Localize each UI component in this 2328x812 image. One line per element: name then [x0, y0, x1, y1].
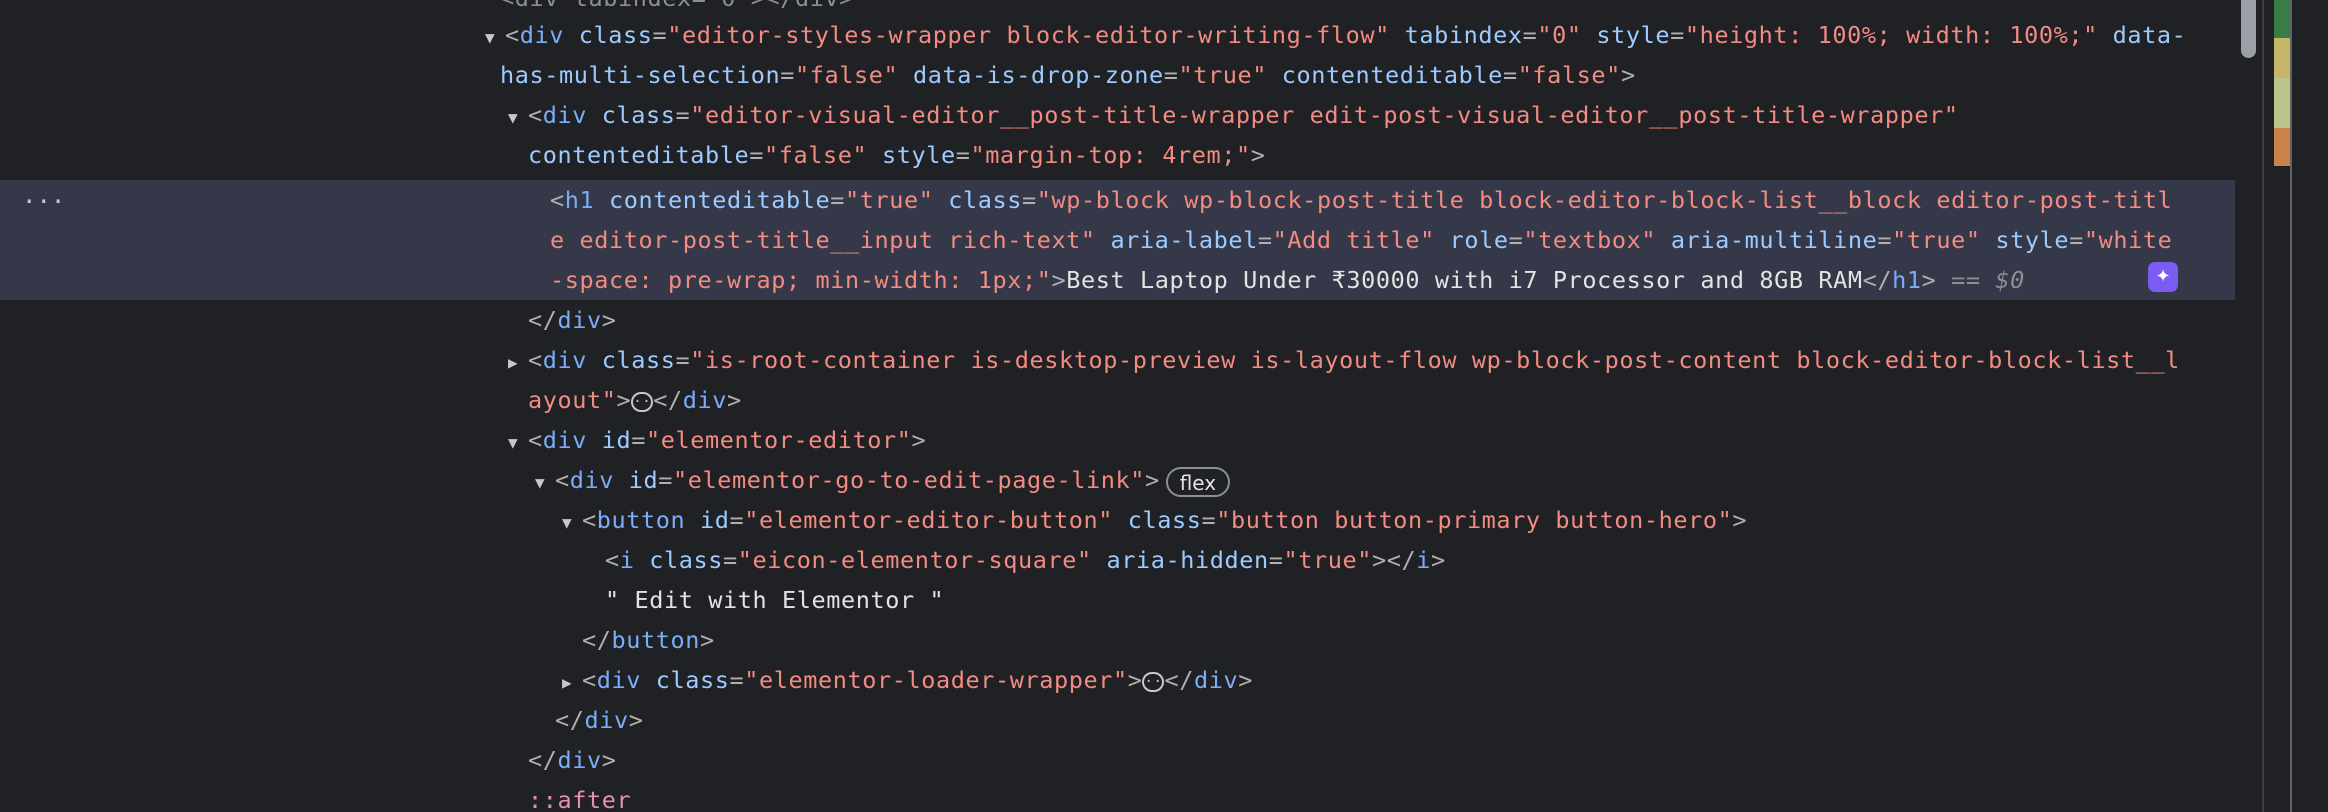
tree-node-post-title-wrapper[interactable]: ▼ <div class="editor-visual-editor__post-…	[508, 95, 1959, 135]
color-swatch-orange	[2274, 128, 2290, 166]
expand-triangle-icon[interactable]: ▼	[508, 423, 528, 463]
tree-node-close-div[interactable]: </div>	[528, 740, 617, 780]
tree-line-continuation: ayout"> ···</div>	[528, 386, 742, 414]
tree-node-editor-styles-wrapper[interactable]: ▼ <div class="editor-styles-wrapper block…	[485, 15, 2186, 55]
partial-text: <div tabindex="0"></div>	[500, 0, 854, 12]
tree-node-after-pseudo[interactable]: ::after	[528, 780, 631, 812]
scrollbar-thumb[interactable]	[2241, 0, 2256, 58]
expand-triangle-icon[interactable]: ▼	[485, 18, 505, 58]
console-ref: $0	[1995, 266, 2025, 294]
tree-node-go-to-edit-page-link[interactable]: ▼ <div id="elementor-go-to-edit-page-link…	[535, 460, 1231, 503]
h1-text-content[interactable]: Best Laptop Under ₹30000 with i7 Process…	[1066, 266, 1862, 294]
elements-tree: <div tabindex="0"></div> ▼<div class="ed…	[0, 0, 2262, 812]
expand-triangle-icon[interactable]: ▼	[562, 503, 582, 543]
tree-node-elementor-editor[interactable]: ▼ <div id="elementor-editor">	[508, 420, 926, 460]
panel-divider	[2290, 0, 2292, 812]
tree-node-close-div[interactable]: </div>	[528, 300, 617, 340]
tree-node-loader-wrapper[interactable]: ▶ <div class="elementor-loader-wrapper"> ·…	[562, 660, 1253, 700]
tree-node-text[interactable]: " Edit with Elementor "	[605, 580, 944, 620]
expand-triangle-icon[interactable]: ▼	[508, 98, 528, 138]
tree-line-continuation: -space: pre-wrap; min-width: 1px;">Best …	[550, 266, 2025, 294]
flex-badge[interactable]: flex	[1165, 466, 1231, 497]
color-swatch-lime	[2274, 78, 2290, 128]
ellipsis-icon[interactable]: ···	[1142, 671, 1171, 692]
collapse-triangle-icon[interactable]: ▶	[562, 663, 582, 703]
scrollbar-track[interactable]	[2235, 0, 2262, 812]
ai-assistance-icon[interactable]: ✦	[2148, 262, 2178, 292]
tree-line-continuation: e editor-post-title__input rich-text" ar…	[550, 226, 2173, 254]
tree-node-elementor-editor-button[interactable]: ▼ <button id="elementor-editor-button" cl…	[562, 500, 1747, 540]
color-swatch-yellow	[2274, 38, 2290, 78]
tree-line-continuation: contenteditable="false" style="margin-to…	[528, 141, 1266, 169]
tree-line-continuation: has-multi-selection="false" data-is-drop…	[500, 61, 1636, 89]
tree-node-close-button[interactable]: </button>	[582, 620, 715, 660]
tree-node-root-container[interactable]: ▶ <div class="is-root-container is-deskto…	[508, 340, 2180, 380]
expand-triangle-icon[interactable]: ▼	[535, 463, 555, 503]
tree-node-close-div[interactable]: </div>	[555, 700, 644, 740]
color-swatch-green	[2274, 0, 2290, 38]
tree-node-h1-selected[interactable]: <h1 contenteditable="true" class="wp-blo…	[550, 180, 2172, 220]
side-panel-edge	[2262, 0, 2328, 812]
ellipsis-icon[interactable]: ···	[631, 391, 660, 412]
tree-node-i-icon[interactable]: <i class="eicon-elementor-square" aria-h…	[605, 540, 1446, 580]
collapse-triangle-icon[interactable]: ▶	[508, 343, 528, 383]
